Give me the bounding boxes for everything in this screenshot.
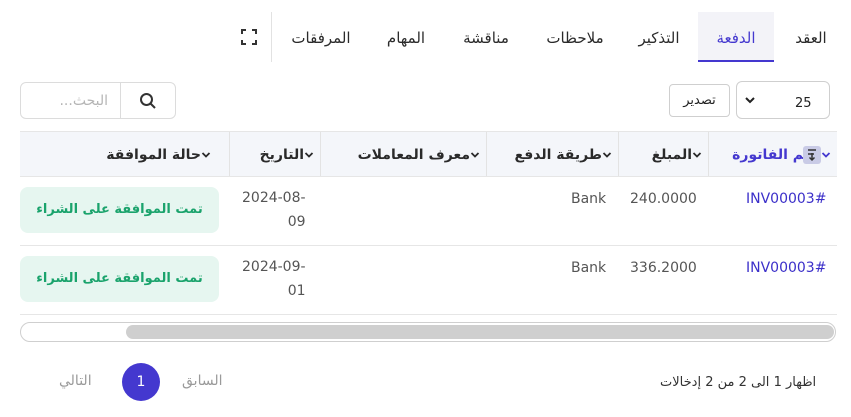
chevron-down-icon: [602, 152, 612, 158]
column-header-date[interactable]: التاريخ: [230, 132, 321, 176]
column-header-label: التاريخ: [259, 147, 304, 163]
tab-attachments[interactable]: المرفقات: [280, 12, 362, 62]
search-box: [20, 82, 176, 119]
column-header-payment-method[interactable]: طريقة الدفع: [487, 132, 619, 176]
scrollbar-thumb[interactable]: [126, 325, 834, 339]
date-line: 01: [287, 283, 306, 299]
tab-contract[interactable]: العقد: [781, 12, 841, 62]
table-row: INV00003# 240.0000 Bank 2024-08- 09 تمت …: [20, 177, 837, 246]
payment-method-cell: Bank: [571, 260, 607, 276]
entries-info: اظهار 1 الى 2 من 2 إدخالات: [660, 375, 817, 390]
amount-cell: 240.0000: [630, 191, 697, 207]
tab-reminder[interactable]: التذكير: [625, 12, 693, 62]
invoice-link[interactable]: INV00003#: [746, 260, 826, 276]
horizontal-scrollbar[interactable]: [20, 322, 836, 342]
export-button[interactable]: تصدير: [669, 84, 730, 117]
tab-bar: العقد الدفعة التذكير ملاحظات مناقشة المه…: [0, 12, 851, 62]
column-header-approval-status[interactable]: حالة الموافقة: [20, 132, 230, 176]
column-header-label: المبلغ: [651, 147, 692, 163]
column-header-label: معرف المعاملات: [357, 147, 470, 163]
pagination-current-page[interactable]: 1: [122, 363, 160, 401]
pagination-prev[interactable]: السابق: [182, 373, 222, 389]
status-badge: تمت الموافقة على الشراء: [20, 256, 219, 302]
search-button[interactable]: [120, 83, 175, 118]
date-line: 2024-08-: [242, 190, 306, 206]
column-header-label: حالة الموافقة: [106, 147, 201, 163]
chevron-down-icon: [821, 152, 831, 158]
search-input[interactable]: [21, 83, 120, 118]
invoice-link[interactable]: INV00003#: [746, 191, 826, 207]
search-icon: [140, 92, 156, 109]
amount-cell: 336.2000: [630, 260, 697, 276]
tab-payment[interactable]: الدفعة: [698, 12, 774, 62]
date-line: 2024-09-: [242, 259, 306, 275]
table-header: رقم الفاتورة المبلغ طريقة الدفع معرف الم…: [20, 131, 837, 177]
page-size-select[interactable]: 25: [736, 81, 830, 119]
page-size-value: 25: [795, 96, 812, 111]
pagination-next[interactable]: التالي: [59, 373, 92, 389]
tab-tasks[interactable]: المهام: [372, 12, 440, 62]
column-header-label: طريقة الدفع: [514, 147, 602, 163]
chevron-down-icon: [201, 152, 211, 158]
payment-method-cell: Bank: [571, 191, 607, 207]
tab-notes[interactable]: ملاحظات: [533, 12, 617, 62]
date-line: 09: [287, 214, 306, 230]
chevron-down-icon: [745, 97, 755, 104]
tab-divider: [271, 12, 272, 62]
date-cell: 2024-08- 09: [242, 186, 306, 234]
chevron-down-icon: [692, 152, 702, 158]
fullscreen-icon[interactable]: [240, 28, 258, 46]
table-row: INV00003# 336.2000 Bank 2024-09- 01 تمت …: [20, 246, 837, 315]
tab-discussion[interactable]: مناقشة: [449, 12, 523, 62]
date-cell: 2024-09- 01: [242, 255, 306, 303]
status-badge: تمت الموافقة على الشراء: [20, 187, 219, 233]
sort-icon[interactable]: [803, 146, 821, 164]
column-header-transaction-id[interactable]: معرف المعاملات: [321, 132, 487, 176]
chevron-down-icon: [470, 152, 480, 158]
column-header-amount[interactable]: المبلغ: [619, 132, 709, 176]
chevron-down-icon: [304, 152, 314, 158]
